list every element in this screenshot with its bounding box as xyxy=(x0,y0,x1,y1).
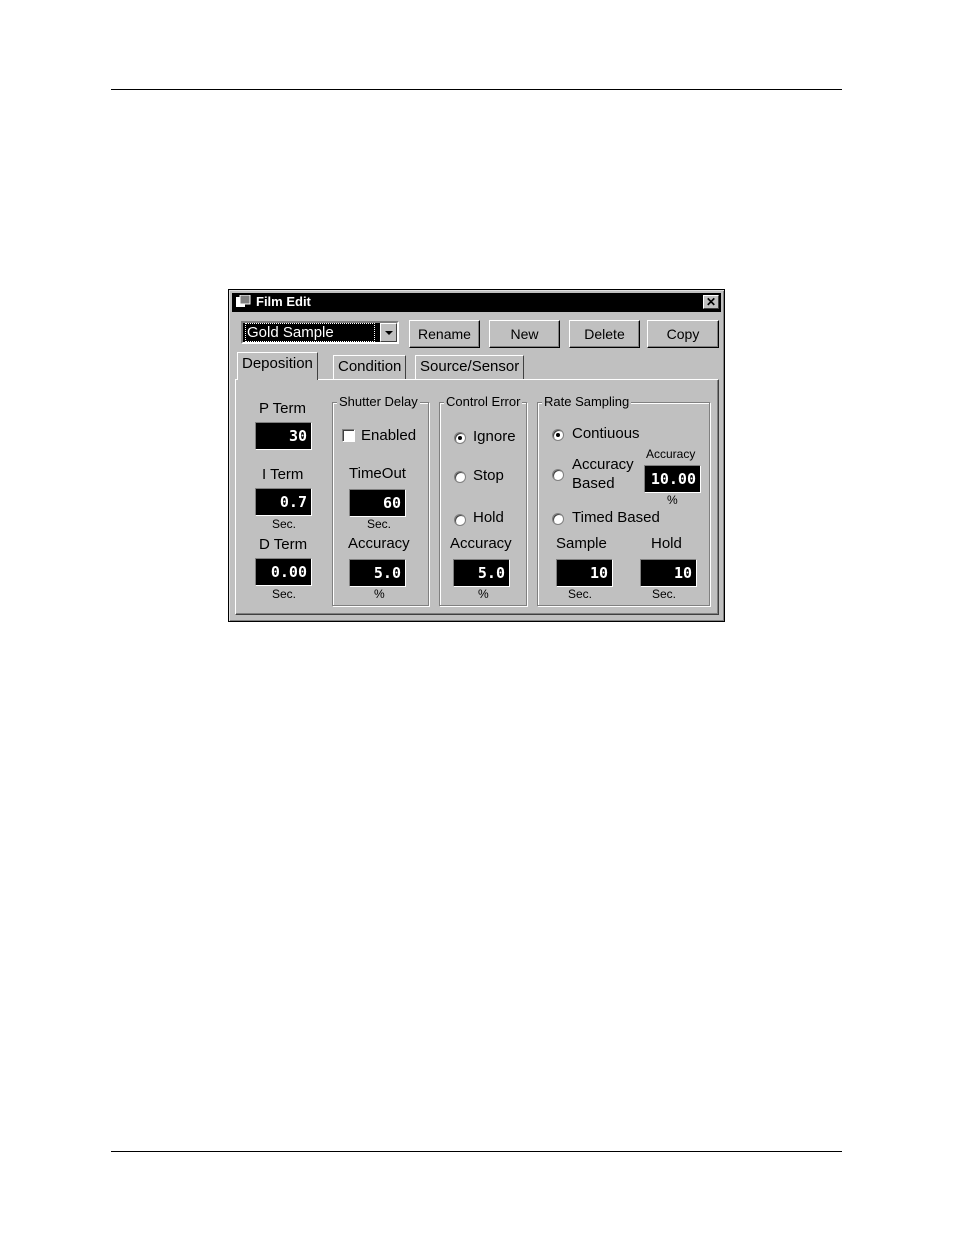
timeout-label: TimeOut xyxy=(349,465,406,482)
rate-accuracy-field[interactable]: 10.00 xyxy=(644,465,701,493)
shutter-enabled-checkbox[interactable] xyxy=(342,429,355,442)
title-bar: Film Edit ✕ xyxy=(232,293,721,312)
page-footer-rule xyxy=(111,1151,842,1152)
hold-radio[interactable] xyxy=(454,514,466,526)
timed-based-radio[interactable] xyxy=(552,513,564,525)
tab-condition[interactable]: Condition xyxy=(333,355,407,379)
rate-accuracy-unit: % xyxy=(667,493,678,507)
i-term-unit: Sec. xyxy=(272,517,297,531)
continuous-label: Contiuous xyxy=(572,425,640,442)
timeout-unit: Sec. xyxy=(367,517,392,531)
d-term-unit: Sec. xyxy=(272,587,297,601)
app-icon xyxy=(236,295,251,307)
control-accuracy-unit: % xyxy=(478,587,489,601)
shutter-delay-group: Shutter Delay Enabled TimeOut 60 Sec. Ac… xyxy=(332,394,429,606)
shutter-enabled-label: Enabled xyxy=(361,427,417,444)
hold-label: Hold xyxy=(473,509,504,526)
shutter-accuracy-label: Accuracy xyxy=(348,535,410,552)
delete-button[interactable]: Delete xyxy=(569,320,640,348)
shutter-accuracy-unit: % xyxy=(374,587,385,601)
ignore-radio[interactable] xyxy=(454,432,466,444)
control-accuracy-field[interactable]: 5.0 xyxy=(453,559,510,587)
continuous-radio[interactable] xyxy=(552,429,564,441)
i-term-label: I Term xyxy=(262,466,304,483)
timed-based-label: Timed Based xyxy=(572,509,660,526)
close-button[interactable]: ✕ xyxy=(703,295,719,309)
stop-label: Stop xyxy=(473,467,504,484)
tab-deposition[interactable]: Deposition xyxy=(237,352,318,380)
p-term-field[interactable]: 30 xyxy=(255,422,312,450)
sample-label: Sample xyxy=(556,535,607,552)
close-icon: ✕ xyxy=(705,295,717,309)
rate-accuracy-label: Accuracy xyxy=(646,447,696,461)
ignore-label: Ignore xyxy=(473,428,516,445)
tab-source-sensor[interactable]: Source/Sensor xyxy=(415,355,525,379)
rate-sampling-title: Rate Sampling xyxy=(542,394,632,409)
control-error-group: Control Error Ignore Stop Hold Accuracy … xyxy=(439,394,527,606)
chevron-down-icon[interactable] xyxy=(380,323,397,342)
new-button[interactable]: New xyxy=(489,320,560,348)
accuracy-based-radio[interactable] xyxy=(552,469,564,481)
d-term-field[interactable]: 0.00 xyxy=(255,558,312,586)
control-error-title: Control Error xyxy=(444,394,523,409)
stop-radio[interactable] xyxy=(454,471,466,483)
hold-time-label: Hold xyxy=(651,535,682,552)
window-title: Film Edit xyxy=(256,294,311,309)
hold-time-unit: Sec. xyxy=(652,587,677,601)
d-term-label: D Term xyxy=(259,536,308,553)
shutter-accuracy-field[interactable]: 5.0 xyxy=(349,559,406,587)
film-select-value: Gold Sample xyxy=(245,323,375,342)
p-term-label: P Term xyxy=(259,400,306,417)
accuracy-based-label-line1: Accuracy xyxy=(572,456,634,473)
film-select[interactable]: Gold Sample xyxy=(241,321,399,344)
i-term-field[interactable]: 0.7 xyxy=(255,488,312,516)
page-header-rule xyxy=(111,89,842,90)
hold-time-field[interactable]: 10 xyxy=(640,559,697,587)
sample-unit: Sec. xyxy=(568,587,593,601)
shutter-delay-title: Shutter Delay xyxy=(337,394,420,409)
rate-sampling-group: Rate Sampling Contiuous Accuracy Accurac… xyxy=(537,394,710,606)
control-accuracy-label: Accuracy xyxy=(450,535,512,552)
rename-button[interactable]: Rename xyxy=(409,320,480,348)
deposition-panel: P Term 30 I Term 0.7 Sec. D Term 0.00 Se… xyxy=(235,379,719,615)
copy-button[interactable]: Copy xyxy=(647,320,719,348)
timeout-field[interactable]: 60 xyxy=(349,489,406,517)
film-edit-dialog: Film Edit ✕ Gold Sample Rename New Delet… xyxy=(228,289,725,622)
sample-field[interactable]: 10 xyxy=(556,559,613,587)
accuracy-based-label-line2: Based xyxy=(572,475,615,492)
